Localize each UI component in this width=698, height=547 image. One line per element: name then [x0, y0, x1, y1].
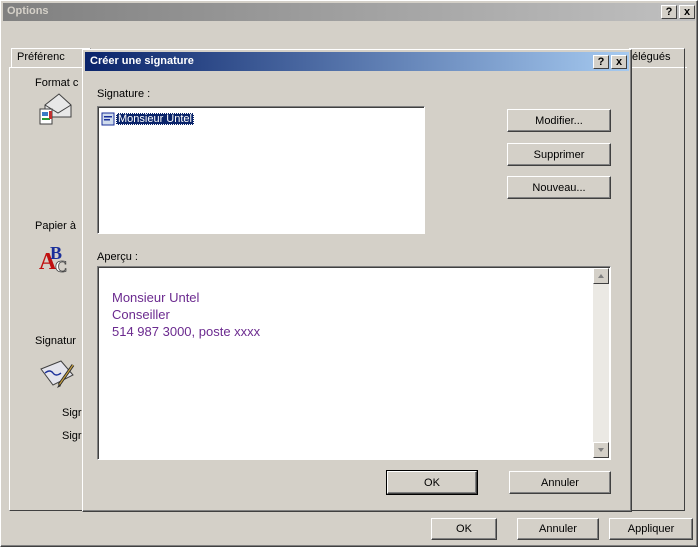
scroll-up-arrow-icon[interactable] — [593, 268, 609, 284]
section-format-label: Format c — [35, 77, 79, 89]
options-cancel-button[interactable]: Annuler — [517, 518, 599, 540]
preview-scrollbar[interactable] — [593, 268, 609, 458]
signature-list[interactable]: Monsieur Untel — [97, 106, 425, 234]
signature-pen-icon — [39, 357, 77, 391]
signature-label-2: Sigr — [62, 430, 82, 442]
preview-title: Conseiller — [112, 307, 170, 322]
signature-label-1: Sigr — [62, 407, 82, 419]
envelope-icon — [37, 91, 73, 127]
dialog-help-button[interactable]: ? — [593, 55, 609, 69]
scroll-down-arrow-icon[interactable] — [593, 442, 609, 458]
section-signature-label: Signatur — [35, 335, 76, 347]
create-signature-dialog: Créer une signature ? x Signature : Mons… — [82, 49, 632, 512]
nouveau-button[interactable]: Nouveau... — [507, 176, 611, 199]
signature-list-label: Signature : — [97, 88, 151, 100]
options-ok-button[interactable]: OK — [431, 518, 497, 540]
spelling-abc-icon: A B C — [39, 241, 75, 276]
dialog-close-button[interactable]: x — [611, 55, 627, 69]
preview-name: Monsieur Untel — [112, 290, 200, 305]
modifier-button[interactable]: Modifier... — [507, 109, 611, 132]
dialog-cancel-button[interactable]: Annuler — [509, 471, 611, 494]
options-close-button[interactable]: x — [679, 5, 695, 19]
signature-preview[interactable]: Monsieur Untel Conseiller 514 987 3000, … — [97, 266, 611, 460]
dialog-title: Créer une signature — [90, 55, 194, 67]
tab-preferences[interactable]: Préférenc — [11, 48, 91, 68]
apercu-label: Aperçu : — [97, 251, 138, 263]
options-help-button[interactable]: ? — [661, 5, 677, 19]
options-title-bar — [3, 3, 695, 21]
preview-phone: 514 987 3000, poste xxxx — [112, 324, 261, 339]
svg-text:C: C — [55, 257, 67, 275]
preview-text-block: Monsieur Untel Conseiller 514 987 3000, … — [112, 289, 260, 340]
signature-list-item[interactable]: Monsieur Untel — [101, 111, 194, 126]
options-title: Options — [7, 5, 49, 17]
options-apply-button[interactable]: Appliquer — [609, 518, 693, 540]
section-papier-label: Papier à — [35, 220, 76, 232]
signature-file-icon — [101, 112, 115, 126]
supprimer-button[interactable]: Supprimer — [507, 143, 611, 166]
signature-item-label: Monsieur Untel — [116, 112, 194, 125]
dialog-ok-button[interactable]: OK — [386, 470, 478, 495]
tab-delegues[interactable]: élégués — [629, 48, 685, 68]
